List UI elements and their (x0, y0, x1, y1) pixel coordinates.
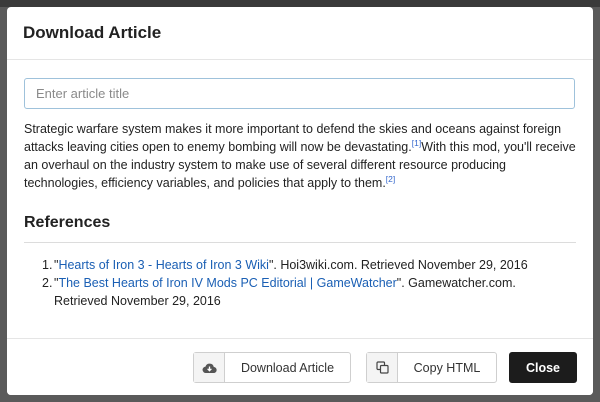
copy-html-button[interactable]: Copy HTML (366, 352, 497, 383)
article-title-input[interactable] (24, 78, 575, 109)
copy-html-label: Copy HTML (413, 360, 481, 375)
modal-title: Download Article (23, 23, 162, 42)
citation-2-link[interactable]: [2] (386, 174, 395, 184)
reference-number: 1. (42, 258, 53, 272)
article-text: Strategic warfare system makes it more i… (24, 120, 580, 192)
modal-footer: Download Article Copy HTML Close (7, 338, 593, 395)
modal-body: Strategic warfare system makes it more i… (7, 60, 593, 310)
reference-2-link[interactable]: The Best Hearts of Iron IV Mods PC Edito… (58, 276, 396, 290)
references-list: 1. "Hearts of Iron 3 - Hearts of Iron 3 … (24, 256, 572, 310)
modal-header: Download Article (7, 7, 593, 60)
backdrop (0, 0, 600, 7)
reference-1-link[interactable]: Hearts of Iron 3 - Hearts of Iron 3 Wiki (58, 258, 269, 272)
download-article-button[interactable]: Download Article (193, 352, 351, 383)
reference-1-source: ". Hoi3wiki.com. Retrieved November 29, … (268, 258, 528, 272)
reference-item-2: 2. "The Best Hearts of Iron IV Mods PC E… (42, 274, 572, 310)
reference-item-1: 1. "Hearts of Iron 3 - Hearts of Iron 3 … (42, 256, 572, 274)
citation-1-link[interactable]: [1] (412, 138, 421, 148)
references-heading: References (24, 214, 576, 243)
close-button[interactable]: Close (509, 352, 577, 383)
cloud-download-icon (194, 353, 225, 382)
copy-icon (367, 353, 398, 382)
reference-number: 2. (42, 276, 53, 290)
download-article-modal: Download Article Strategic warfare syste… (7, 7, 593, 395)
download-article-label: Download Article (240, 360, 335, 375)
